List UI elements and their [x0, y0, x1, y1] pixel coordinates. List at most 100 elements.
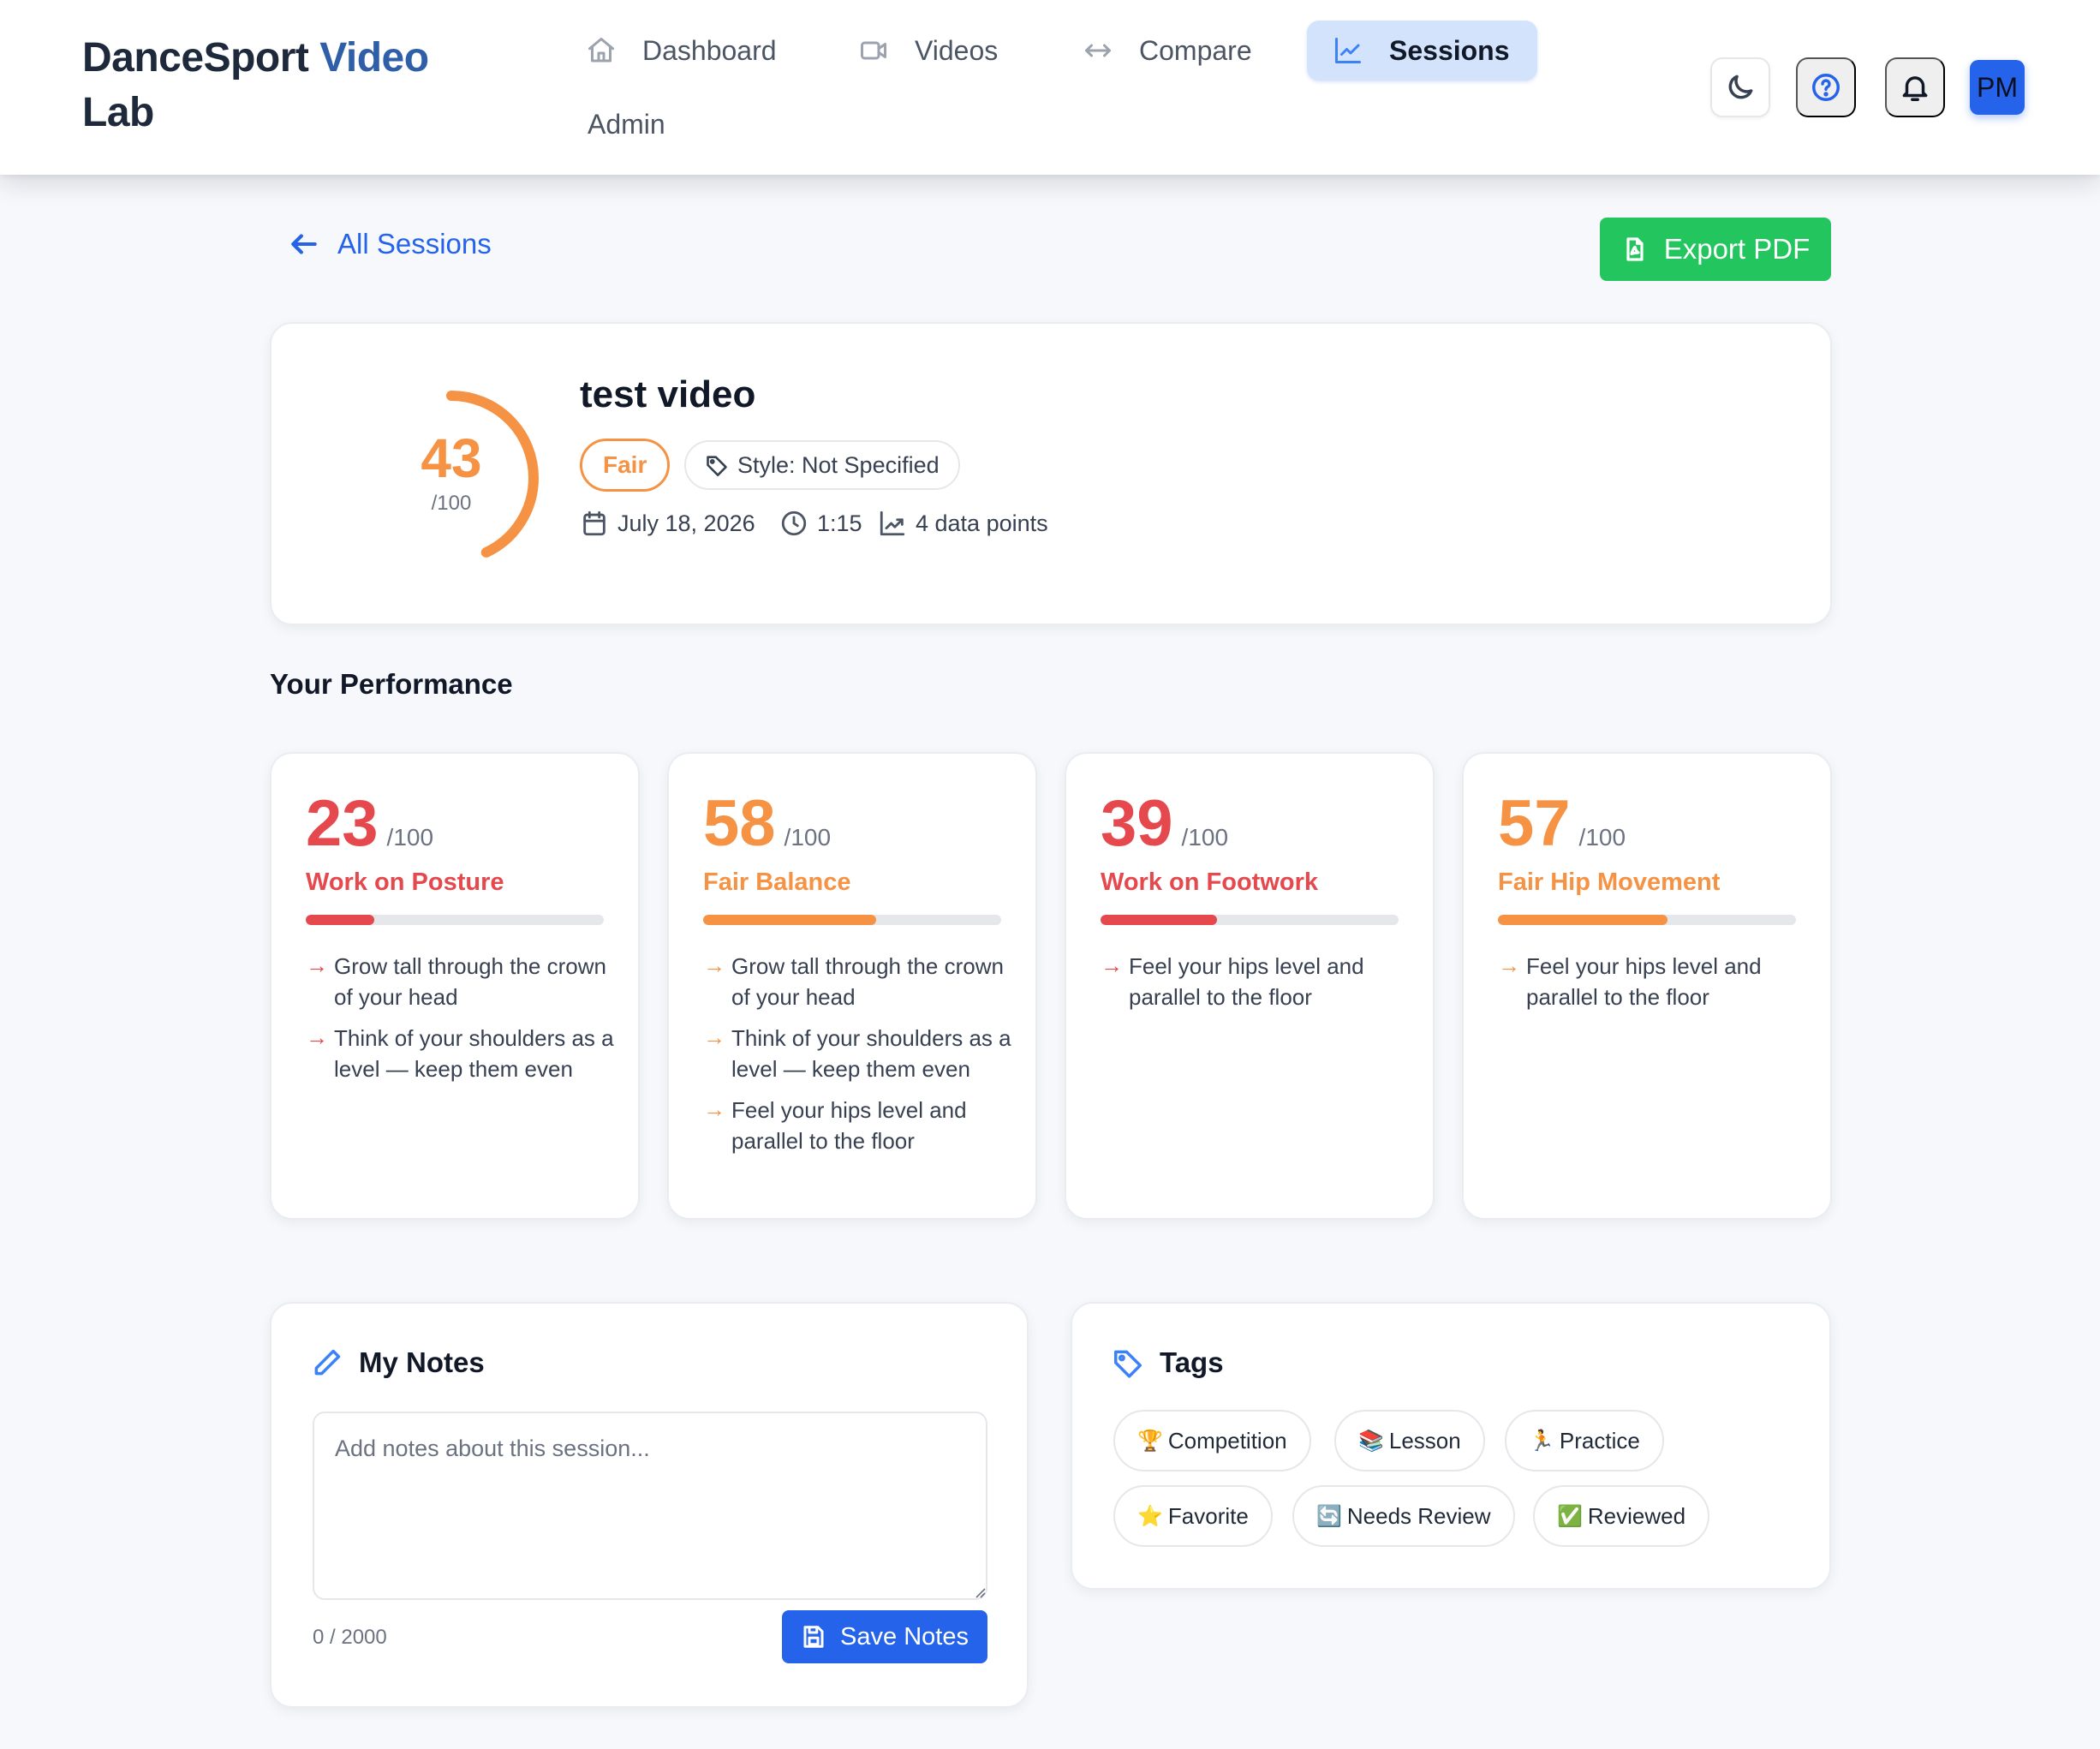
arrows-horizontal-icon [1085, 44, 1111, 57]
check-mark-icon: ✅ [1557, 1504, 1583, 1528]
notes-card-title: My Notes [359, 1346, 485, 1378]
metric-label: Fair Balance [703, 869, 851, 896]
metric-progress-track [306, 915, 604, 925]
tag-chip-label: Lesson [1388, 1427, 1461, 1454]
back-to-sessions-link[interactable]: All Sessions [288, 228, 492, 260]
repeat-icon: 🔄 [1316, 1504, 1342, 1528]
theme-toggle-button[interactable] [1710, 57, 1770, 117]
session-duration: 1:15 [779, 509, 862, 538]
arrow-right-icon: → [703, 952, 725, 978]
metric-card-balance: 58 /100 Fair Balance → Grow tall through … [667, 752, 1037, 1220]
back-link-label: All Sessions [337, 228, 492, 260]
help-button[interactable] [1796, 57, 1856, 117]
metric-tips-list: → Feel your hips level and parallel to th… [1101, 951, 1409, 1023]
save-notes-label: Save Notes [840, 1622, 969, 1651]
metric-score-max: /100 [386, 824, 434, 851]
brand-text-lab: Lab [82, 90, 154, 135]
tag-icon [707, 456, 727, 476]
nav-item-videos[interactable]: Videos [832, 21, 1025, 81]
nav-label-admin: Admin [588, 108, 665, 140]
notes-character-counter: 0 / 2000 [313, 1626, 387, 1649]
brand-text-dancesport: DanceSport [82, 35, 320, 81]
tags-card-header: Tags [1112, 1346, 1224, 1379]
arrow-right-icon: → [1101, 952, 1123, 978]
metric-tip: → Grow tall through the crown of your hea… [306, 951, 614, 1012]
metric-card-hip-movement: 57 /100 Fair Hip Movement → Feel your hip… [1462, 752, 1832, 1220]
metric-tip: → Think of your shoulders as a level — ke… [306, 1023, 614, 1084]
app-brand[interactable]: DanceSport Video Lab [82, 31, 476, 140]
metric-score: 57 /100 [1498, 786, 1626, 862]
save-notes-button[interactable]: Save Notes [782, 1610, 987, 1663]
books-icon: 📚 [1358, 1429, 1384, 1453]
metric-score: 23 /100 [306, 786, 433, 862]
metric-tip-text: Feel your hips level and parallel to the… [731, 1097, 967, 1154]
overall-score-gauge: 43 /100 [349, 375, 554, 581]
help-circle-icon [1812, 74, 1840, 101]
session-duration-text: 1:15 [817, 510, 862, 536]
tag-chip-reviewed[interactable]: ✅ Reviewed [1533, 1485, 1710, 1547]
textarea-resize-handle[interactable] [972, 1585, 986, 1598]
metric-tip: → Think of your shoulders as a level — ke… [703, 1023, 1011, 1084]
metric-card-posture: 23 /100 Work on Posture → Grow tall throu… [270, 752, 640, 1220]
metric-tip-text: Think of your shoulders as a level — kee… [731, 1025, 1011, 1082]
save-icon [803, 1626, 824, 1648]
moon-icon [1728, 75, 1753, 99]
arrow-right-icon: → [1498, 952, 1520, 978]
nav-item-compare[interactable]: Compare [1057, 21, 1280, 81]
performance-section-title: Your Performance [270, 668, 513, 700]
metric-tips-list: → Grow tall through the crown of your hea… [306, 951, 614, 1095]
metric-tip-text: Think of your shoulders as a level — kee… [334, 1025, 614, 1082]
tag-chip-label: Reviewed [1587, 1502, 1686, 1529]
metric-progress-fill [1101, 915, 1217, 925]
arrow-right-icon: → [306, 1024, 328, 1050]
session-summary-card: 43 /100 test video Fair Style: Not Speci… [270, 322, 1832, 625]
metric-tip: → Feel your hips level and parallel to th… [1101, 951, 1409, 1012]
notifications-button[interactable] [1885, 57, 1945, 117]
metric-card-footwork: 39 /100 Work on Footwork → Feel your hips… [1065, 752, 1435, 1220]
export-pdf-button[interactable]: Export PDF [1600, 218, 1831, 281]
nav-label-videos: Videos [915, 34, 999, 66]
session-title: test video [580, 373, 756, 415]
export-pdf-label: Export PDF [1663, 233, 1811, 265]
nav-item-dashboard[interactable]: Dashboard [560, 21, 804, 81]
metric-label: Work on Footwork [1101, 869, 1319, 896]
style-badge: Style: Not Specified [684, 440, 960, 490]
metric-tip: → Grow tall through the crown of your hea… [703, 951, 1011, 1012]
nav-label-compare: Compare [1139, 34, 1252, 66]
metric-progress-fill [703, 915, 876, 925]
metric-score-value: 39 [1101, 787, 1173, 860]
metric-progress-track [1101, 915, 1399, 925]
metric-label: Fair Hip Movement [1498, 869, 1721, 896]
notes-card: My Notes 0 / 2000 Save Notes [270, 1302, 1029, 1708]
star-icon: ⭐ [1137, 1504, 1163, 1528]
metric-tip-text: Grow tall through the crown of your head [334, 953, 606, 1010]
metric-tip-text: Feel your hips level and parallel to the… [1526, 953, 1762, 1010]
metric-tip-text: Feel your hips level and parallel to the… [1129, 953, 1364, 1010]
tag-chip-lesson[interactable]: 📚 Lesson [1334, 1410, 1485, 1471]
notes-textarea[interactable] [313, 1412, 987, 1600]
home-icon [588, 38, 614, 63]
tag-icon [1114, 1350, 1142, 1378]
tag-chip-label: Favorite [1167, 1502, 1249, 1529]
user-avatar[interactable]: PM [1970, 60, 2025, 115]
session-data-points: 4 data points [878, 509, 1048, 538]
session-data-points-text: 4 data points [916, 510, 1048, 536]
metric-progress-fill [1498, 915, 1668, 925]
tag-chip-competition[interactable]: 🏆 Competition [1113, 1410, 1311, 1471]
tag-chip-label: Needs Review [1346, 1502, 1491, 1529]
metric-tips-list: → Grow tall through the crown of your hea… [703, 951, 1011, 1167]
tag-chip-needs-review[interactable]: 🔄 Needs Review [1292, 1485, 1515, 1547]
metric-score: 58 /100 [703, 786, 831, 862]
tag-chip-favorite[interactable]: ⭐ Favorite [1113, 1485, 1273, 1547]
metric-tips-list: → Feel your hips level and parallel to th… [1498, 951, 1806, 1023]
rating-badge: Fair [580, 439, 671, 492]
metric-progress-track [703, 915, 1001, 925]
metric-score-value: 58 [703, 787, 776, 860]
nav-item-admin[interactable]: Admin [562, 94, 693, 154]
overall-score-value: 43 [421, 427, 482, 489]
nav-item-sessions[interactable]: Sessions [1307, 21, 1537, 81]
metric-score-max: /100 [1181, 824, 1229, 851]
tag-chip-practice[interactable]: 🏃 Practice [1505, 1410, 1664, 1471]
metric-tip: → Feel your hips level and parallel to th… [1498, 951, 1806, 1012]
bell-icon [1902, 76, 1928, 101]
